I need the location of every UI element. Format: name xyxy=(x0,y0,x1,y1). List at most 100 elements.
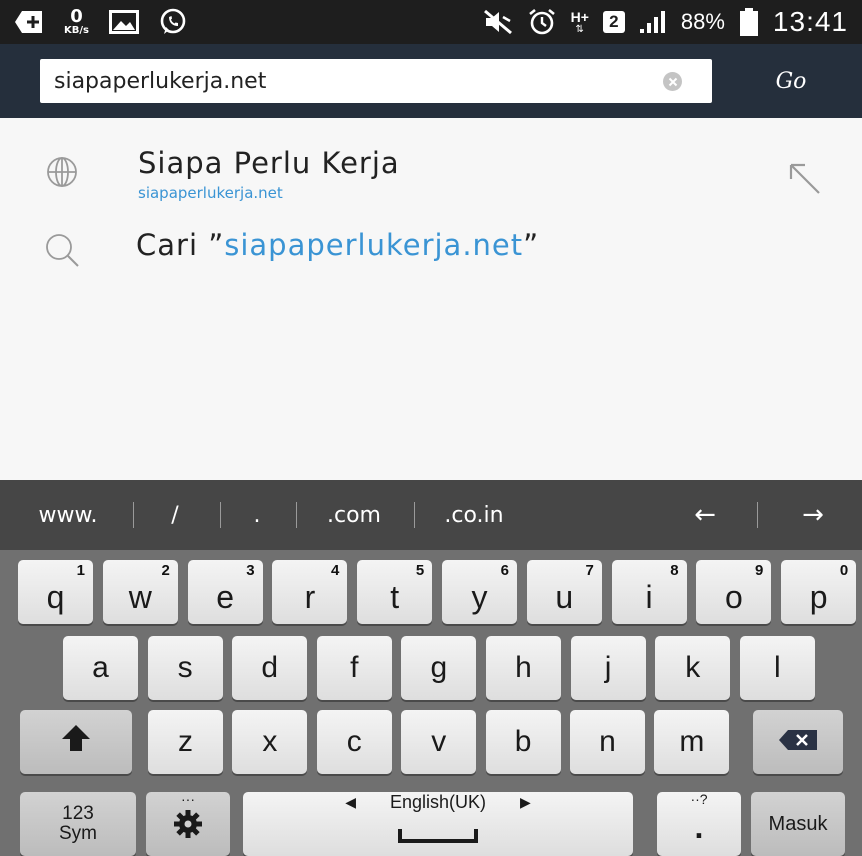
language-prev-icon: ◀ xyxy=(345,793,356,810)
sym-key-label: 123 Sym xyxy=(59,804,97,844)
shift-arrow-icon xyxy=(60,723,92,761)
sym-key[interactable]: 123 Sym xyxy=(20,792,136,856)
toolbar-dotcom[interactable]: .com xyxy=(308,480,400,550)
key-q[interactable]: 1q xyxy=(18,560,93,624)
key-letter: o xyxy=(724,578,743,615)
key-z[interactable]: z xyxy=(148,710,223,774)
key-number-hint: 4 xyxy=(331,562,340,579)
search-prefix: Cari ” xyxy=(136,228,225,262)
key-number-hint: 6 xyxy=(500,562,509,579)
key-m[interactable]: m xyxy=(654,710,730,774)
toolbar-divider xyxy=(133,502,134,528)
keyboard: www. / . .com .co.in ← → 1q2w3e4r5t6y7u8… xyxy=(0,480,862,856)
key-c[interactable]: c xyxy=(316,710,392,774)
url-input-container[interactable] xyxy=(40,59,712,103)
key-letter: j xyxy=(604,651,612,684)
settings-key[interactable]: ··· xyxy=(146,792,230,856)
search-suffix: ” xyxy=(523,228,540,262)
key-letter: r xyxy=(304,578,316,615)
period-hint: ··? xyxy=(690,791,708,807)
url-input[interactable] xyxy=(54,59,634,103)
key-number-hint: 2 xyxy=(161,562,170,579)
suggestion-site-url: siapaperlukerja.net xyxy=(138,184,283,202)
key-o[interactable]: 9o xyxy=(696,560,772,624)
key-s[interactable]: s xyxy=(147,636,223,700)
key-l[interactable]: l xyxy=(739,636,815,700)
search-query: siapaperlukerja.net xyxy=(224,228,524,262)
enter-key[interactable]: Masuk xyxy=(751,792,845,856)
key-k[interactable]: k xyxy=(655,636,731,700)
key-v[interactable]: v xyxy=(401,710,477,774)
url-bar: Go xyxy=(0,44,862,118)
battery-icon xyxy=(739,8,759,36)
sym-key-line-2: Sym xyxy=(59,823,97,844)
mute-icon xyxy=(483,9,513,35)
key-letter: x xyxy=(262,725,278,758)
toolbar-divider xyxy=(220,502,221,528)
backspace-key[interactable] xyxy=(753,710,843,774)
key-g[interactable]: g xyxy=(401,636,477,700)
key-letter: t xyxy=(390,578,400,615)
key-n[interactable]: n xyxy=(570,710,645,774)
key-f[interactable]: f xyxy=(316,636,392,700)
key-y[interactable]: 6y xyxy=(442,560,517,624)
key-letter: p xyxy=(809,578,828,615)
sim-slot-badge: 2 xyxy=(602,11,625,33)
period-key[interactable]: ··? . xyxy=(657,792,741,856)
toolbar-divider xyxy=(414,502,415,528)
toolbar-slash[interactable]: / xyxy=(150,480,200,550)
key-i[interactable]: 8i xyxy=(611,560,687,624)
toolbar-coin[interactable]: .co.in xyxy=(424,480,524,550)
long-press-hint-dots: ··· xyxy=(181,791,195,807)
key-letter: c xyxy=(346,725,362,758)
gallery-icon xyxy=(108,10,139,34)
key-letter: y xyxy=(471,578,488,615)
key-e[interactable]: 3e xyxy=(187,560,263,624)
period-label: . xyxy=(694,808,704,845)
key-j[interactable]: j xyxy=(570,636,646,700)
key-r[interactable]: 4r xyxy=(272,560,348,624)
key-w[interactable]: 2w xyxy=(102,560,178,624)
suggestion-item-search[interactable]: Cari ”siapaperlukerja.net” xyxy=(0,208,862,278)
key-letter: v xyxy=(431,725,447,758)
go-button[interactable]: Go xyxy=(755,59,827,103)
data-speed-indicator: 0 KB/s xyxy=(64,8,89,36)
key-h[interactable]: h xyxy=(486,636,561,700)
language-switch: ◀ English(UK) ▶ xyxy=(345,792,531,813)
suggestion-list: Siapa Perlu Kerja siapaperlukerja.net Ca… xyxy=(0,118,862,480)
key-t[interactable]: 5t xyxy=(357,560,433,624)
key-letter: h xyxy=(515,651,532,684)
keyboard-url-toolbar: www. / . .com .co.in ← → xyxy=(0,480,862,550)
signal-icon xyxy=(639,10,667,34)
clear-icon[interactable] xyxy=(663,72,682,91)
key-letter: u xyxy=(555,578,574,615)
key-u[interactable]: 7u xyxy=(526,560,602,624)
backspace-icon xyxy=(778,725,818,759)
cursor-right-button[interactable]: → xyxy=(788,480,838,550)
arrow-up-left-icon[interactable] xyxy=(788,162,822,200)
key-letter: k xyxy=(685,651,701,684)
language-next-icon: ▶ xyxy=(520,793,531,810)
key-letter: z xyxy=(178,725,193,758)
key-letter: w xyxy=(128,578,152,615)
space-key[interactable]: ◀ English(UK) ▶ xyxy=(243,792,633,856)
data-arrows-icon: ⇅ xyxy=(575,24,584,35)
toolbar-dot[interactable]: . xyxy=(235,480,279,550)
key-letter: b xyxy=(514,725,532,758)
shift-key[interactable] xyxy=(20,710,132,774)
toolbar-www[interactable]: www. xyxy=(18,480,118,550)
key-b[interactable]: b xyxy=(485,710,561,774)
enter-key-label: Masuk xyxy=(768,812,828,835)
cursor-left-button[interactable]: ← xyxy=(680,480,730,550)
key-a[interactable]: a xyxy=(63,636,138,700)
key-letter: l xyxy=(773,651,781,684)
suggestion-item-site[interactable]: Siapa Perlu Kerja siapaperlukerja.net xyxy=(0,132,862,202)
key-letter: i xyxy=(645,578,653,615)
key-d[interactable]: d xyxy=(232,636,308,700)
key-number-hint: 7 xyxy=(585,562,594,579)
key-number-hint: 1 xyxy=(76,562,85,579)
key-letter: d xyxy=(261,651,279,684)
sym-key-line-1: 123 xyxy=(62,803,94,825)
key-x[interactable]: x xyxy=(232,710,308,774)
key-p[interactable]: 0p xyxy=(781,560,857,624)
